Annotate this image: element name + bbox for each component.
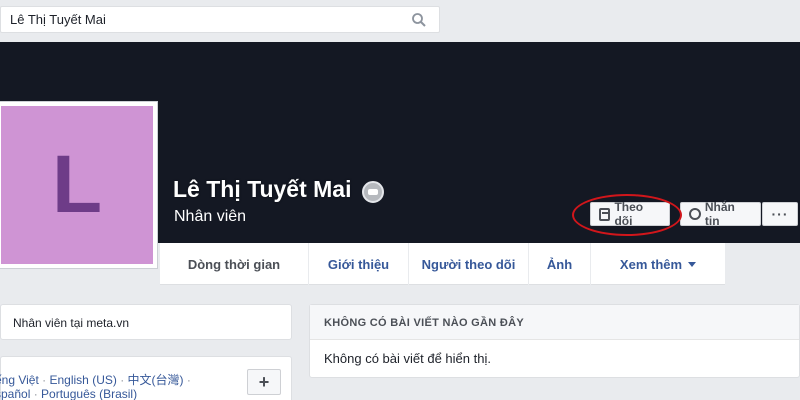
highlight-annotation — [572, 194, 682, 236]
profile-name[interactable]: Lê Thị Tuyết Mai — [173, 176, 351, 203]
language-link-vietnamese[interactable]: ếng Việt — [0, 373, 39, 387]
verified-badge-icon — [362, 181, 384, 203]
language-link-portuguese[interactable]: Português (Brasil) — [41, 387, 137, 400]
feed-empty-text: Không có bài viết để hiển thị. — [324, 351, 491, 366]
tab-about[interactable]: Giới thiệu — [308, 243, 408, 285]
tab-label: Dòng thời gian — [187, 256, 281, 272]
language-link-english[interactable]: English (US) — [50, 373, 117, 387]
tab-photos[interactable]: Ảnh — [528, 243, 590, 285]
tab-more[interactable]: Xem thêm — [590, 243, 725, 285]
language-link-spanish[interactable]: spañol — [0, 387, 30, 400]
profile-role: Nhân viên — [174, 208, 247, 225]
language-card: ếng Việt · English (US) · 中文(台灣) · spaño… — [0, 356, 292, 400]
tab-label: Người theo dõi — [421, 256, 516, 272]
tab-label: Xem thêm — [619, 256, 683, 272]
message-label: Nhắn tin — [704, 200, 735, 228]
tab-label: Ảnh — [546, 256, 573, 272]
messenger-icon — [689, 208, 701, 220]
tab-timeline[interactable]: Dòng thời gian — [160, 243, 308, 285]
profile-nav: Dòng thời gian Giới thiệu Người theo dõi… — [160, 243, 725, 285]
avatar-initial: L — [51, 139, 103, 230]
language-line-1: ếng Việt · English (US) · 中文(台灣) · — [0, 371, 191, 388]
search-icon[interactable] — [411, 12, 427, 28]
avatar: L — [1, 106, 153, 264]
tab-label: Giới thiệu — [327, 256, 390, 272]
profile-picture[interactable]: L — [0, 101, 158, 269]
language-line-2: spañol · Português (Brasil) — [0, 387, 137, 400]
intro-card: Nhân viên tại meta.vn — [0, 304, 292, 340]
top-bar — [0, 0, 800, 42]
more-icon: ··· — [771, 206, 789, 222]
add-language-button[interactable]: + — [247, 369, 281, 395]
feed-header: KHÔNG CÓ BÀI VIẾT NÀO GẦN ĐÂY — [310, 305, 799, 340]
more-options-button[interactable]: ··· — [762, 202, 798, 226]
job-info: Nhân viên tại meta.vn — [13, 316, 130, 330]
chevron-down-icon — [688, 261, 697, 267]
search-input[interactable] — [1, 7, 401, 32]
recent-posts-card: KHÔNG CÓ BÀI VIẾT NÀO GẦN ĐÂY Không có b… — [309, 304, 800, 378]
tab-followers[interactable]: Người theo dõi — [408, 243, 528, 285]
search-box[interactable] — [0, 6, 440, 33]
message-button[interactable]: Nhắn tin — [680, 200, 761, 228]
language-link-chinese[interactable]: 中文(台灣) — [128, 373, 184, 387]
feed-header-text: KHÔNG CÓ BÀI VIẾT NÀO GẦN ĐÂY — [324, 317, 524, 329]
